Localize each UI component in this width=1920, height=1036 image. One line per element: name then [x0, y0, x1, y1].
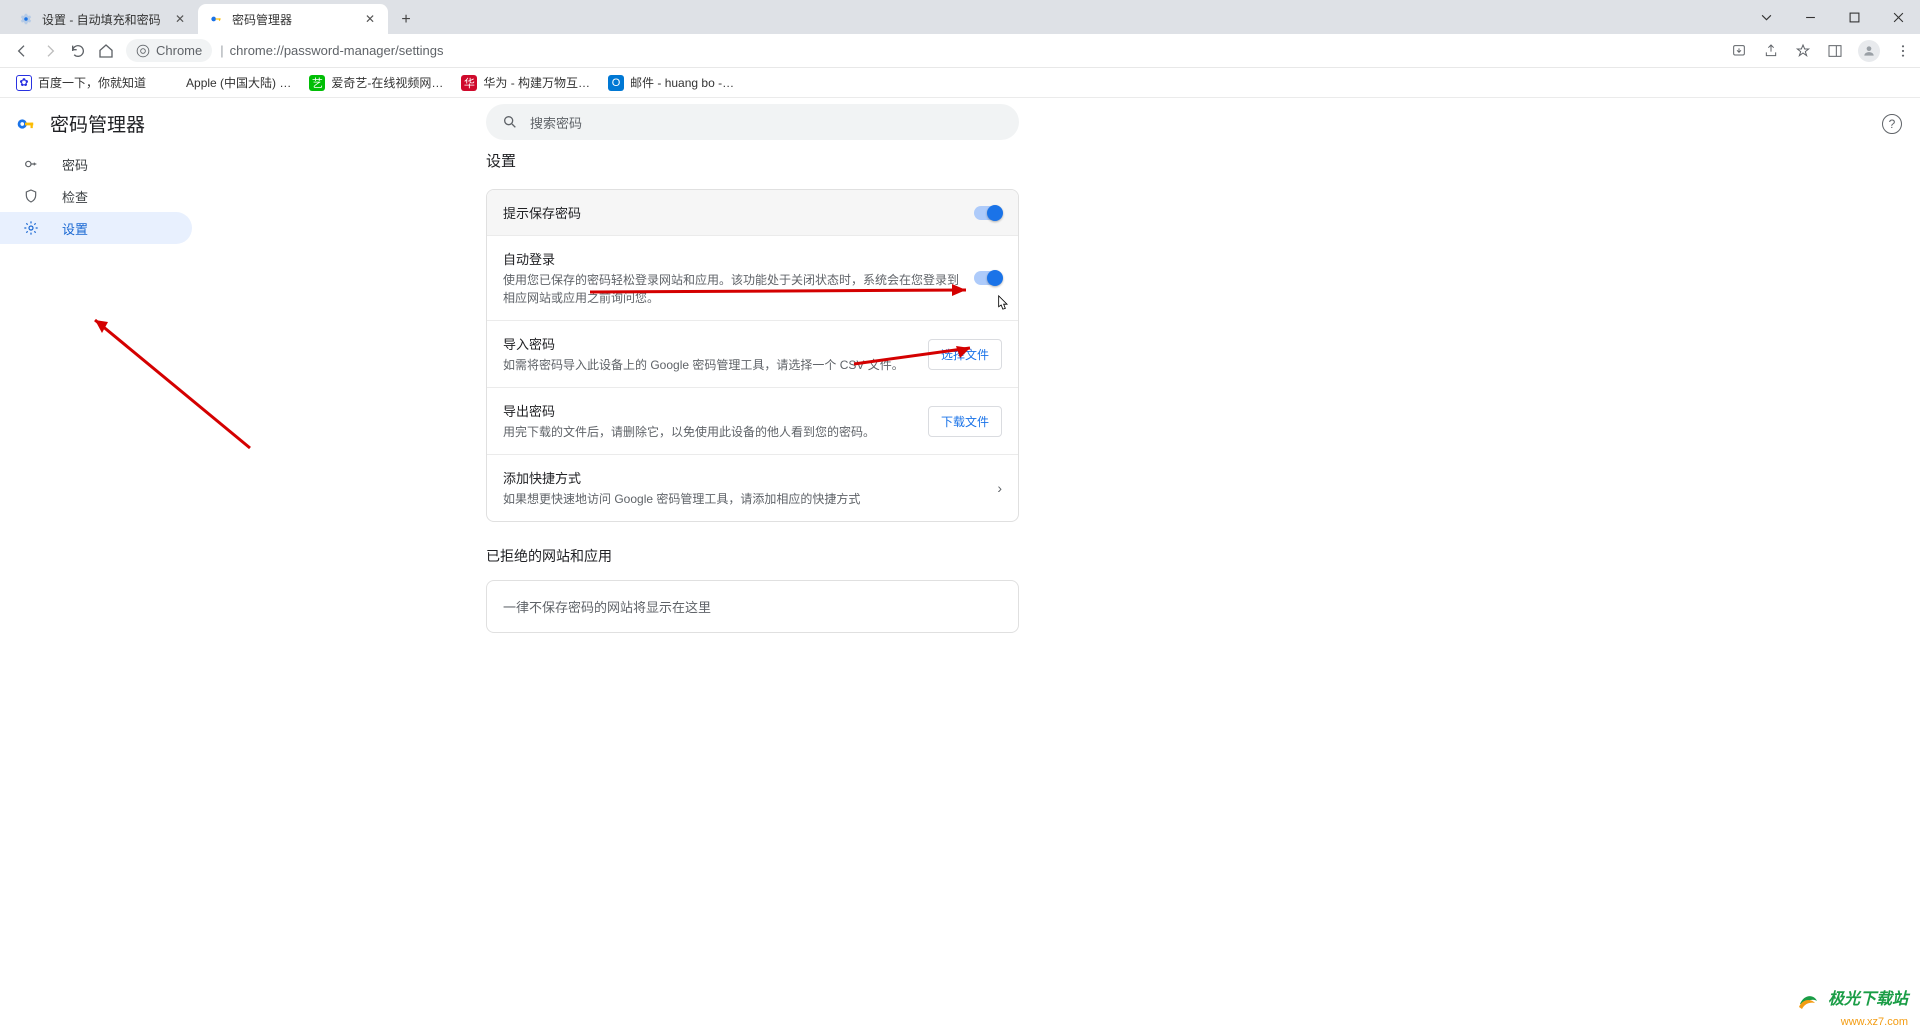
omnibox-separator: | — [220, 43, 223, 58]
sidebar-item-label: 检查 — [62, 187, 88, 206]
row-title: 添加快捷方式 — [503, 468, 985, 487]
omnibox-chip-text: Chrome — [156, 43, 202, 58]
sidebar-item-checkup[interactable]: 检查 — [0, 180, 192, 212]
annotation-arrow — [80, 308, 260, 458]
bookmark-label: Apple (中国大陆) … — [186, 74, 291, 91]
row-import: 导入密码 如需将密码导入此设备上的 Google 密码管理工具，请选择一个 CS… — [487, 321, 1018, 388]
home-button[interactable] — [92, 37, 120, 65]
row-desc: 如需将密码导入此设备上的 Google 密码管理工具，请选择一个 CSV 文件。 — [503, 356, 916, 374]
chrome-icon — [136, 44, 150, 58]
chevron-down-icon[interactable] — [1744, 2, 1788, 32]
sidebar-item-label: 密码 — [62, 155, 88, 174]
browser-toolbar: Chrome | chrome://password-manager/setti… — [0, 34, 1920, 68]
bookmark-item[interactable]: ✿ 百度一下，你就知道 — [10, 71, 152, 94]
forward-button[interactable] — [36, 37, 64, 65]
outlook-icon: O — [608, 75, 624, 91]
tab-title: 密码管理器 — [232, 11, 362, 28]
section-title: 设置 — [486, 150, 1019, 171]
close-icon[interactable]: ✕ — [172, 11, 188, 27]
bookmark-label: 百度一下，你就知道 — [38, 74, 146, 91]
close-icon[interactable]: ✕ — [362, 11, 378, 27]
watermark: 极光下载站 www.xz7.com — [1796, 985, 1908, 1028]
download-file-button[interactable]: 下载文件 — [928, 406, 1002, 437]
bookmarks-bar: ✿ 百度一下，你就知道 Apple (中国大陆) … 艺爱奇艺-在线视频网… 华华… — [0, 68, 1920, 98]
app-header: 密码管理器 — [14, 110, 145, 137]
row-title: 导入密码 — [503, 334, 916, 353]
chevron-right-icon: › — [997, 480, 1002, 496]
row-shortcut[interactable]: 添加快捷方式 如果想更快速地访问 Google 密码管理工具，请添加相应的快捷方… — [487, 455, 1018, 521]
close-button[interactable] — [1876, 2, 1920, 32]
iqiyi-icon: 艺 — [309, 75, 325, 91]
row-offer-save[interactable]: 提示保存密码 — [487, 190, 1018, 236]
row-auto-signin[interactable]: 自动登录 使用您已保存的密码轻松登录网站和应用。该功能处于关闭状态时，系统会在您… — [487, 236, 1018, 321]
sidebar-item-label: 设置 — [62, 219, 88, 238]
paw-icon: ✿ — [16, 75, 32, 91]
bookmark-item[interactable]: O 邮件 - huang bo -… — [602, 71, 740, 94]
search-icon — [502, 114, 518, 130]
minimize-button[interactable] — [1788, 2, 1832, 32]
search-placeholder: 搜索密码 — [530, 113, 582, 132]
omnibox-chip: Chrome — [126, 39, 212, 62]
key-icon — [22, 155, 40, 173]
app-logo-icon — [14, 113, 36, 135]
window-controls — [1744, 0, 1920, 34]
row-desc: 用完下载的文件后，请删除它，以免使用此设备的他人看到您的密码。 — [503, 423, 916, 441]
declined-title: 已拒绝的网站和应用 — [486, 546, 1019, 566]
star-icon[interactable] — [1794, 42, 1812, 60]
sidebar-item-settings[interactable]: 设置 — [0, 212, 192, 244]
omnibox-url: chrome://password-manager/settings — [230, 43, 444, 58]
install-icon[interactable] — [1730, 42, 1748, 60]
menu-icon[interactable] — [1894, 42, 1912, 60]
row-export: 导出密码 用完下载的文件后，请删除它，以免使用此设备的他人看到您的密码。 下载文… — [487, 388, 1018, 455]
watermark-icon — [1796, 989, 1820, 1013]
reload-button[interactable] — [64, 37, 92, 65]
toggle-offer-save[interactable] — [974, 206, 1002, 220]
watermark-text: 极光下载站 — [1828, 991, 1908, 1008]
sidebar-item-passwords[interactable]: 密码 — [0, 148, 192, 180]
address-bar[interactable]: Chrome | chrome://password-manager/setti… — [126, 39, 444, 62]
sidepanel-icon[interactable] — [1826, 42, 1844, 60]
bookmark-item[interactable]: Apple (中国大陆) … — [158, 71, 297, 94]
select-file-button[interactable]: 选择文件 — [928, 339, 1002, 370]
tab-settings-autofill[interactable]: 设置 - 自动填充和密码 ✕ — [8, 4, 198, 34]
window-titlebar: 设置 - 自动填充和密码 ✕ 密码管理器 ✕ + — [0, 0, 1920, 34]
page-content: 密码管理器 ? 搜索密码 密码 检查 设置 设置 提示保存密码 — [0, 98, 1920, 1036]
search-input[interactable]: 搜索密码 — [486, 104, 1019, 140]
tab-title: 设置 - 自动填充和密码 — [42, 11, 172, 28]
bookmark-item[interactable]: 艺爱奇艺-在线视频网… — [303, 71, 449, 94]
bookmark-label: 华为 - 构建万物互… — [483, 74, 590, 91]
row-desc: 使用您已保存的密码轻松登录网站和应用。该功能处于关闭状态时，系统会在您登录到相应… — [503, 271, 962, 307]
huawei-icon: 华 — [461, 75, 477, 91]
tab-password-manager[interactable]: 密码管理器 ✕ — [198, 4, 388, 34]
back-button[interactable] — [8, 37, 36, 65]
main-panel: 设置 提示保存密码 自动登录 使用您已保存的密码轻松登录网站和应用。该功能处于关… — [486, 150, 1019, 633]
row-desc: 如果想更快速地访问 Google 密码管理工具，请添加相应的快捷方式 — [503, 490, 985, 508]
declined-empty: 一律不保存密码的网站将显示在这里 — [486, 580, 1019, 633]
profile-avatar[interactable] — [1858, 40, 1880, 62]
gear-icon — [18, 11, 34, 27]
maximize-button[interactable] — [1832, 2, 1876, 32]
watermark-url: www.xz7.com — [1841, 1016, 1908, 1028]
key-icon — [208, 11, 224, 27]
help-icon[interactable]: ? — [1882, 114, 1902, 134]
app-title: 密码管理器 — [50, 110, 145, 137]
bookmark-label: 邮件 - huang bo -… — [630, 74, 734, 91]
row-title: 导出密码 — [503, 401, 916, 420]
row-title: 自动登录 — [503, 249, 962, 268]
apple-icon — [164, 75, 180, 91]
row-title: 提示保存密码 — [503, 203, 962, 222]
bookmark-item[interactable]: 华华为 - 构建万物互… — [455, 71, 596, 94]
toggle-auto-signin[interactable] — [974, 271, 1002, 285]
settings-card: 提示保存密码 自动登录 使用您已保存的密码轻松登录网站和应用。该功能处于关闭状态… — [486, 189, 1019, 522]
new-tab-button[interactable]: + — [392, 6, 420, 34]
bookmark-label: 爱奇艺-在线视频网… — [331, 74, 443, 91]
gear-icon — [22, 219, 40, 237]
sidebar: 密码 检查 设置 — [0, 148, 200, 244]
share-icon[interactable] — [1762, 42, 1780, 60]
shield-icon — [22, 187, 40, 205]
